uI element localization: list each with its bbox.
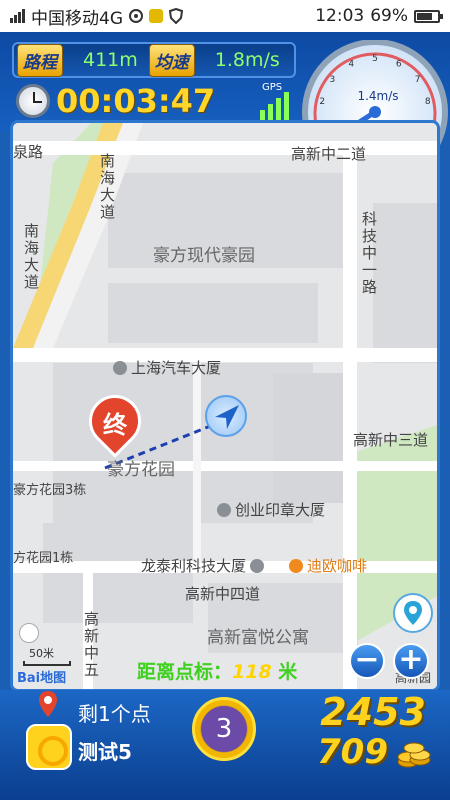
poi-label: 龙泰利科技大厦 <box>141 557 247 575</box>
poi-label: 豪方花园3栋 <box>13 483 87 498</box>
poi-dio-cafe: 迪欧咖啡 <box>289 555 367 576</box>
status-bar: 中国移动4G 12:03 69% <box>0 0 450 32</box>
record-icon <box>129 9 143 23</box>
cafe-icon <box>289 559 303 573</box>
clock-time: 12:03 <box>315 6 365 26</box>
poi-chuangye-building: 创业印章大厦 <box>217 499 325 520</box>
road-label: 南海大道 <box>98 153 116 221</box>
navigation-arrow-icon <box>215 405 239 429</box>
player-avatar[interactable] <box>26 724 72 770</box>
building-icon <box>217 503 231 517</box>
map-attribution: Bai地图 <box>17 667 66 686</box>
speedometer-tick-label: 3 <box>330 75 336 85</box>
speed-value: 1.8m/s <box>214 49 280 71</box>
player-name: 测试5 <box>78 740 132 764</box>
map-view[interactable]: 泉路 高新中二道 南海大道 南海大道 豪方现代豪园 科技中一路 上海汽车大厦 高… <box>10 120 440 692</box>
end-marker[interactable]: 终 <box>78 384 152 465</box>
speedometer-tick-label: 6 <box>396 60 402 70</box>
poi-label: 豪方现代豪园 <box>153 246 255 266</box>
poi-longtaili-building: 龙泰利科技大厦 <box>141 555 268 576</box>
road-label: 高新中三道 <box>353 431 429 449</box>
gps-indicator: GPS <box>258 82 298 122</box>
distance-number: 118 <box>232 661 272 683</box>
building-icon <box>19 623 39 643</box>
distance-value: 411m <box>83 49 138 71</box>
current-location-arrow <box>205 395 247 437</box>
battery-icon <box>414 9 443 23</box>
poi-label: 上海汽车大厦 <box>131 359 222 377</box>
battery-percent: 69% <box>370 6 408 26</box>
road-label: 高新中四道 <box>185 585 261 603</box>
gps-signal-icon <box>260 92 289 122</box>
speedometer-tick-label: 5 <box>372 54 378 64</box>
building-icon <box>250 559 265 573</box>
coins-value: 709 <box>317 732 388 772</box>
location-pin-icon <box>404 601 422 625</box>
location-pin-icon <box>39 691 57 717</box>
poi-label: 方花园1栋 <box>13 551 74 566</box>
road-label: 高新中二道 <box>291 145 367 163</box>
attribution-cn: 地图 <box>40 671 67 686</box>
speedometer-tick-label: 7 <box>415 75 421 85</box>
zoom-out-button[interactable]: − <box>349 643 385 679</box>
locate-button[interactable] <box>393 593 433 633</box>
speedometer-readout: 1.4m/s <box>357 89 398 103</box>
speed-badge: 均速 <box>148 43 195 77</box>
building-icon <box>113 361 127 375</box>
clock-icon <box>16 84 50 118</box>
coins-icon <box>397 742 431 768</box>
poi-saic-building: 上海汽车大厦 <box>113 357 221 378</box>
remaining-points: 剩1个点 <box>78 702 151 726</box>
speedometer-tick-label: 8 <box>425 97 431 107</box>
distance-prefix: 距离点标： <box>137 661 233 683</box>
speedometer-tick-label: 4 <box>348 60 354 70</box>
scale-bar <box>23 661 71 666</box>
poi-label: 高新富悦公寓 <box>207 628 309 648</box>
distance-unit: 米 <box>271 661 298 683</box>
speed-stat: 均速 1.8m/s <box>146 43 280 77</box>
stats-header: 路程 411m 均速 1.8m/s 00:03:47 GPS 012345678… <box>0 32 450 160</box>
road-label: 高新中五 <box>82 611 100 679</box>
road-label: 科技中一路 <box>360 211 378 296</box>
poi-label: 迪欧咖啡 <box>307 557 368 575</box>
distance-badge: 路程 <box>17 43 63 77</box>
distance-to-target: 距离点标：118 米 <box>137 657 297 684</box>
road-label: 南海大道 <box>22 223 40 291</box>
road-label: 泉路 <box>13 143 44 161</box>
zoom-in-button[interactable]: + <box>393 643 429 679</box>
carrier-label: 中国移动4G <box>31 8 123 29</box>
attribution-text: Bai <box>17 671 41 686</box>
signal-icon <box>10 9 25 23</box>
end-marker-label: 终 <box>103 411 127 439</box>
poi-label: 创业印章大厦 <box>235 501 326 519</box>
distance-stat: 路程 411m <box>14 43 138 77</box>
shield-icon <box>169 8 183 24</box>
scale-label: 50米 <box>29 647 54 660</box>
level-badge: 3 <box>192 697 256 761</box>
stats-bar: 路程 411m 均速 1.8m/s <box>12 42 296 78</box>
game-footer: 剩1个点 测试5 3 2453 709 <box>0 690 450 800</box>
score-value: 2453 <box>320 690 426 734</box>
speedometer-tick-label: 2 <box>319 97 325 107</box>
elapsed-timer: 00:03:47 <box>56 82 216 120</box>
notification-icon <box>149 9 163 23</box>
